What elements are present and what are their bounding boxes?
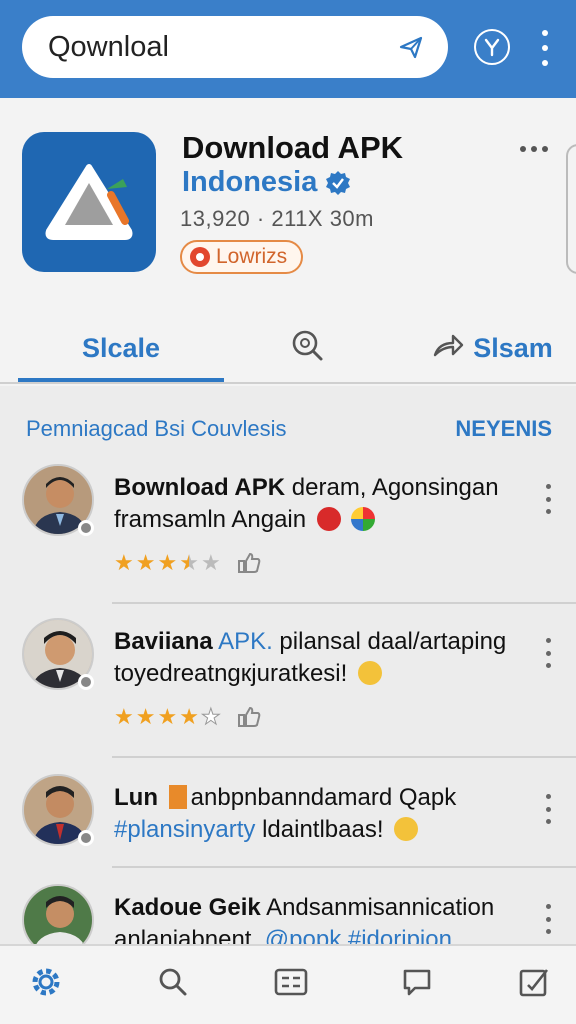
review-text: framsamln Angain xyxy=(114,506,307,533)
review-text: anbpnbanndamard Qapk xyxy=(190,784,457,811)
divider xyxy=(112,756,576,758)
star-half-icon: ★ xyxy=(179,550,199,575)
reviewer-name: Lun xyxy=(114,784,158,811)
star-icon: ★ xyxy=(179,704,199,729)
search-bar[interactable]: Qownloal xyxy=(22,16,448,78)
review-item[interactable]: Bownload APK deram, Agonsingan framsamln… xyxy=(0,464,576,620)
reviewer-name: Kadoue Geik xyxy=(114,894,261,921)
overflow-menu-icon[interactable] xyxy=(535,30,555,66)
review-line1: Lun anbpnbanndamard Qapk xyxy=(114,784,456,812)
status-badge[interactable]: Lowrizs xyxy=(180,240,304,274)
star-icon: ★ xyxy=(135,704,156,729)
star-rating: ★ ★ ★ ★ ★ xyxy=(114,704,261,730)
app-meta: 13,920 · 211X 30m xyxy=(180,206,374,231)
side-panel-edge xyxy=(566,144,576,274)
star-icon: ★ xyxy=(157,550,178,575)
filter-icon[interactable] xyxy=(474,29,510,65)
presence-indicator xyxy=(78,674,94,690)
verified-icon xyxy=(325,170,351,196)
app-title: Download APK xyxy=(182,130,404,165)
review-text: pilansal daal/artaping xyxy=(272,628,507,655)
tab-share[interactable]: Slsam xyxy=(424,318,560,378)
app-developer[interactable]: Indonesia xyxy=(182,166,317,199)
tab-bar: Slcale Slsam xyxy=(0,318,576,384)
star-icon: ★ xyxy=(114,704,134,729)
like-icon[interactable] xyxy=(237,707,261,727)
nav-list[interactable] xyxy=(273,966,309,1002)
reviewer-name: Baviiana xyxy=(114,628,213,655)
app-logo xyxy=(22,132,156,272)
app-subtitle[interactable]: Indonesia xyxy=(182,166,351,199)
globe-emoji-icon xyxy=(351,507,376,531)
search-icon xyxy=(158,967,188,1002)
presence-indicator xyxy=(78,830,94,846)
review-text: deram, Agonsingan xyxy=(285,474,499,501)
nav-settings[interactable] xyxy=(28,966,64,1002)
more-icon[interactable] xyxy=(520,146,548,152)
settings-icon xyxy=(29,965,63,1004)
review-line2: framsamln Angain xyxy=(114,506,376,534)
tab-label: Slsam xyxy=(473,332,553,363)
search-input[interactable]: Qownloal xyxy=(48,31,396,64)
star-icon: ★ xyxy=(114,550,134,575)
nav-edit[interactable] xyxy=(516,966,552,1002)
nav-search[interactable] xyxy=(155,966,191,1002)
presence-indicator xyxy=(78,520,94,536)
review-text: Andsanmisannication xyxy=(260,894,495,921)
review-more-icon[interactable] xyxy=(544,484,552,514)
star-icon: ★ xyxy=(135,550,156,575)
star-rating: ★ ★ ★ ★ ★ xyxy=(114,550,261,576)
reviewer-name: Bownload APK xyxy=(114,474,286,501)
edit-icon xyxy=(518,966,550,1003)
review-item[interactable]: Baviiana APK. pilansal daal/artaping toy… xyxy=(0,618,576,774)
review-line1: Baviiana APK. pilansal daal/artaping xyxy=(114,628,506,656)
section-header: Pemniagcad Bsi Couvlesis NEYENIS xyxy=(0,398,576,460)
star-empty-icon: ★ xyxy=(200,550,221,575)
thinking-emoji-icon xyxy=(357,661,382,685)
tab-indicator xyxy=(18,378,224,382)
review-hashtag[interactable]: #plansinyarty xyxy=(114,816,255,843)
divider xyxy=(112,866,576,868)
badge-icon xyxy=(190,247,210,267)
review-text: toyedreatngкjuratkesi! xyxy=(114,660,348,687)
bottom-navigation xyxy=(0,944,576,1024)
review-text: ldaintlbaas! xyxy=(255,816,384,843)
divider xyxy=(112,602,576,604)
list-icon xyxy=(274,967,308,1002)
review-line1: Kadoue Geik Andsanmisannication xyxy=(114,894,494,922)
flag-emoji-icon xyxy=(168,785,187,809)
section-title: Pemniagcad Bsi Couvlesis xyxy=(26,416,287,441)
tab-label: Slcale xyxy=(81,332,161,363)
review-more-icon[interactable] xyxy=(544,904,552,934)
section-link[interactable]: NEYENIS xyxy=(455,416,552,442)
smile-emoji-icon xyxy=(394,817,419,841)
tab-search[interactable] xyxy=(270,318,344,378)
send-icon[interactable] xyxy=(396,32,426,62)
review-more-icon[interactable] xyxy=(544,794,552,824)
chat-icon xyxy=(401,967,433,1002)
review-more-icon[interactable] xyxy=(544,638,552,668)
badge-label: Lowrizs xyxy=(216,245,288,268)
review-mention[interactable]: APK. xyxy=(213,628,273,655)
nav-chat[interactable] xyxy=(399,966,435,1002)
star-empty-icon: ★ xyxy=(200,704,221,730)
review-line2: toyedreatngкjuratkesi! xyxy=(114,660,382,688)
share-icon xyxy=(431,331,465,366)
review-line1: Bownload APK deram, Agonsingan xyxy=(114,474,499,502)
review-line2: #plansinyarty ldaintlbaas! xyxy=(114,816,419,844)
tab-scale[interactable]: Slcale xyxy=(18,318,224,378)
top-app-bar: Qownloal xyxy=(0,0,576,98)
like-icon[interactable] xyxy=(237,553,261,573)
search-zoom-icon xyxy=(290,328,324,369)
star-icon: ★ xyxy=(157,704,178,729)
heart-emoji-icon xyxy=(316,507,341,531)
